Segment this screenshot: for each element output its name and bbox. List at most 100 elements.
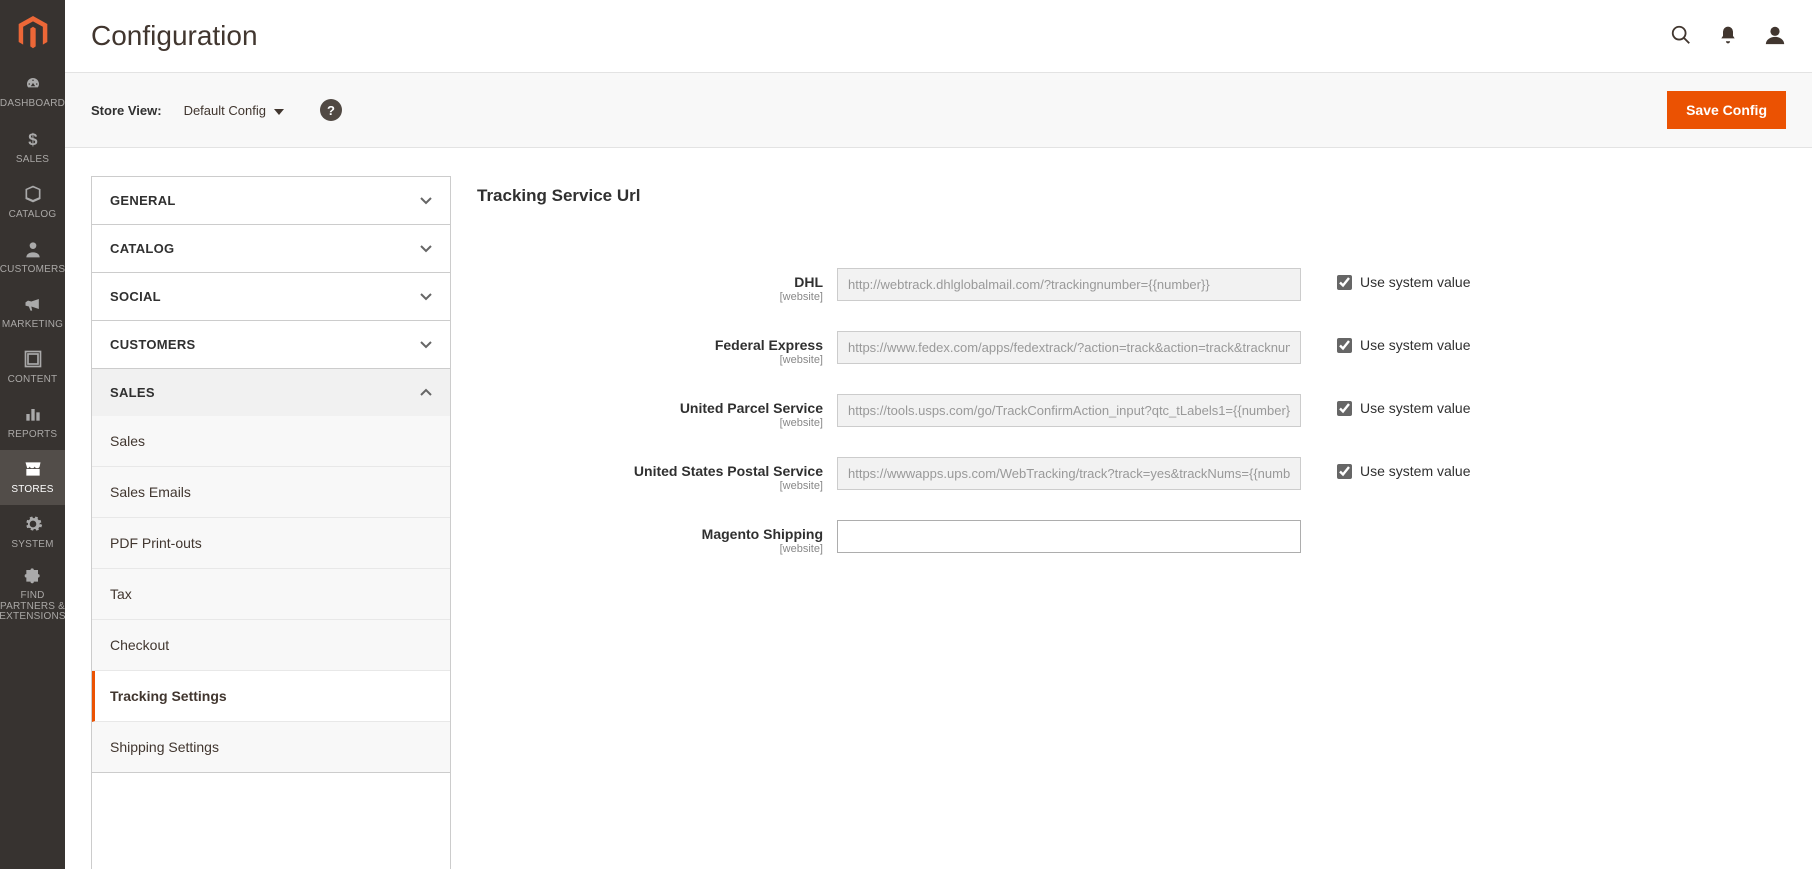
field-scope: [website] xyxy=(477,291,823,303)
layout-icon xyxy=(23,349,43,372)
usps-url-input[interactable] xyxy=(837,457,1301,490)
chevron-down-icon xyxy=(420,193,432,208)
cfg-group-header-sales[interactable]: SALES xyxy=(92,369,450,416)
bar-chart-icon xyxy=(23,404,43,427)
nav-reports[interactable]: REPORTS xyxy=(0,395,65,450)
ups-url-input[interactable] xyxy=(837,394,1301,427)
field-row-ups: United Parcel Service [website] Use syst… xyxy=(477,388,1812,451)
dollar-icon: $ xyxy=(23,129,43,152)
store-view-selected: Default Config xyxy=(184,103,266,118)
chevron-down-icon xyxy=(420,241,432,256)
use-system-label: Use system value xyxy=(1360,400,1470,416)
cfg-item-tracking-settings[interactable]: Tracking Settings xyxy=(92,671,450,722)
chevron-up-icon xyxy=(420,385,432,400)
use-system-label: Use system value xyxy=(1360,274,1470,290)
config-nav: GENERAL CATALOG SOCIAL CUSTOMERS xyxy=(91,176,451,869)
use-system-checkbox[interactable]: Use system value xyxy=(1337,463,1470,479)
fieldset-fields: DHL [website] Use system value xyxy=(477,234,1812,577)
nav-label: MARKETING xyxy=(0,320,65,331)
dhl-url-input[interactable] xyxy=(837,268,1301,301)
use-system-checkbox-input[interactable] xyxy=(1337,275,1352,290)
chevron-down-icon xyxy=(420,289,432,304)
magento-shipping-url-input[interactable] xyxy=(837,520,1301,553)
nav-label: DASHBOARD xyxy=(0,99,67,110)
help-icon[interactable]: ? xyxy=(320,99,342,121)
use-system-label: Use system value xyxy=(1360,337,1470,353)
nav-label: CUSTOMERS xyxy=(0,265,67,276)
field-row-magento-shipping: Magento Shipping [website] xyxy=(477,514,1812,577)
fieldset-title[interactable]: Tracking Service Url xyxy=(477,176,1812,234)
field-label: Magento Shipping xyxy=(477,526,823,542)
gauge-icon xyxy=(23,75,43,96)
page-title: Configuration xyxy=(91,20,1670,52)
box-icon xyxy=(23,184,43,207)
cfg-group-sales: SALES Sales Sales Emails PDF Print-outs … xyxy=(92,369,450,773)
field-row-fedex: Federal Express [website] Use system val… xyxy=(477,325,1812,388)
nav-system[interactable]: SYSTEM xyxy=(0,505,65,560)
fedex-url-input[interactable] xyxy=(837,331,1301,364)
bell-icon[interactable] xyxy=(1718,24,1738,49)
cfg-group-label: SALES xyxy=(110,385,155,400)
store-icon xyxy=(23,459,43,482)
field-row-usps: United States Postal Service [website] U… xyxy=(477,451,1812,514)
puzzle-icon xyxy=(23,565,43,588)
nav-sales[interactable]: $ SALES xyxy=(0,120,65,175)
svg-text:$: $ xyxy=(28,130,38,149)
use-system-checkbox[interactable]: Use system value xyxy=(1337,400,1470,416)
cfg-group-customers: CUSTOMERS xyxy=(92,321,450,369)
store-view-select[interactable]: Default Config xyxy=(184,103,284,118)
cfg-item-sales[interactable]: Sales xyxy=(92,416,450,467)
cfg-group-label: CUSTOMERS xyxy=(110,337,196,352)
nav-marketing[interactable]: MARKETING xyxy=(0,285,65,340)
cfg-group-label: SOCIAL xyxy=(110,289,161,304)
field-label: United States Postal Service xyxy=(477,463,823,479)
caret-down-icon xyxy=(274,103,284,118)
nav-stores[interactable]: STORES xyxy=(0,450,65,505)
search-icon[interactable] xyxy=(1670,24,1692,49)
nav-customers[interactable]: CUSTOMERS xyxy=(0,230,65,285)
main-area: Configuration Store View: Default Config… xyxy=(65,0,1812,869)
field-scope: [website] xyxy=(477,543,823,555)
use-system-checkbox-input[interactable] xyxy=(1337,401,1352,416)
nav-label: SALES xyxy=(14,155,51,166)
field-scope: [website] xyxy=(477,354,823,366)
cfg-group-social: SOCIAL xyxy=(92,273,450,321)
cfg-group-header-general[interactable]: GENERAL xyxy=(92,177,450,224)
gear-icon xyxy=(23,514,43,537)
cfg-group-label: GENERAL xyxy=(110,193,176,208)
cfg-group-header-social[interactable]: SOCIAL xyxy=(92,273,450,320)
topbar: Configuration xyxy=(65,0,1812,72)
megaphone-icon xyxy=(23,294,43,317)
field-label: United Parcel Service xyxy=(477,400,823,416)
nav-catalog[interactable]: CATALOG xyxy=(0,175,65,230)
cfg-item-sales-emails[interactable]: Sales Emails xyxy=(92,467,450,518)
cfg-group-header-catalog[interactable]: CATALOG xyxy=(92,225,450,272)
nav-dashboard[interactable]: DASHBOARD xyxy=(0,65,65,120)
user-icon[interactable] xyxy=(1764,24,1786,49)
cfg-group-general: GENERAL xyxy=(92,177,450,225)
use-system-checkbox[interactable]: Use system value xyxy=(1337,337,1470,353)
content-area: GENERAL CATALOG SOCIAL CUSTOMERS xyxy=(65,148,1812,869)
field-scope: [website] xyxy=(477,417,823,429)
admin-sidebar: DASHBOARD $ SALES CATALOG CUSTOMERS MARK… xyxy=(0,0,65,869)
use-system-checkbox-input[interactable] xyxy=(1337,338,1352,353)
use-system-checkbox-input[interactable] xyxy=(1337,464,1352,479)
magento-logo[interactable] xyxy=(0,0,65,65)
cfg-group-header-customers[interactable]: CUSTOMERS xyxy=(92,321,450,368)
use-system-checkbox[interactable]: Use system value xyxy=(1337,274,1470,290)
field-label: Federal Express xyxy=(477,337,823,353)
nav-label: CATALOG xyxy=(7,210,59,221)
magento-logo-icon xyxy=(16,16,50,50)
form-panel: Tracking Service Url DHL [website] Use s… xyxy=(451,176,1812,869)
store-view-label: Store View: xyxy=(91,103,162,118)
cfg-item-pdf-printouts[interactable]: PDF Print-outs xyxy=(92,518,450,569)
cfg-group-label: CATALOG xyxy=(110,241,174,256)
cfg-item-tax[interactable]: Tax xyxy=(92,569,450,620)
field-label: DHL xyxy=(477,274,823,290)
nav-find-partners[interactable]: FIND PARTNERS & EXTENSIONS xyxy=(0,560,65,628)
cfg-item-shipping-settings[interactable]: Shipping Settings xyxy=(92,722,450,772)
nav-content[interactable]: CONTENT xyxy=(0,340,65,395)
cfg-item-checkout[interactable]: Checkout xyxy=(92,620,450,671)
save-config-button[interactable]: Save Config xyxy=(1667,91,1786,129)
use-system-label: Use system value xyxy=(1360,463,1470,479)
